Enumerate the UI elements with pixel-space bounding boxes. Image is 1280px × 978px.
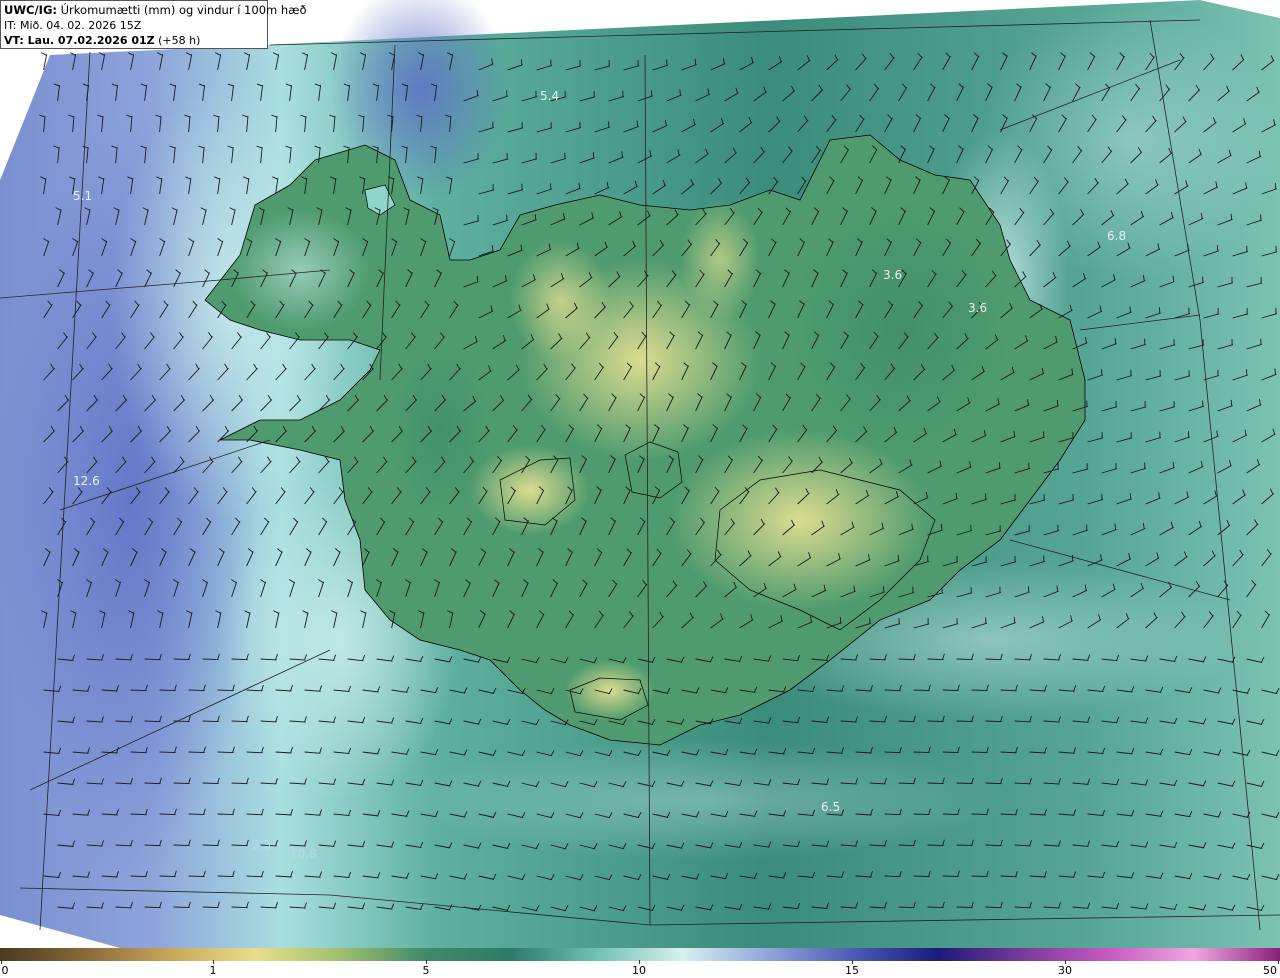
colorbar-tick-label: 1 [209,964,217,977]
forecast-hour: (+58 h) [154,34,201,47]
value-label: 6.5 [821,800,840,814]
colorbar-tick [1278,960,1279,964]
value-label: 12.6 [73,474,100,488]
valid-time: VT: Lau. 07.02.2026 01Z (+58 h) [4,33,264,48]
init-time: IT: Mið. 04. 02. 2026 15Z [4,19,142,32]
colorbar-tick-label: 15 [845,964,859,977]
colorbar-tick-label: 30 [1058,964,1072,977]
valid-label: VT: Lau. 07.02.2026 01Z [4,34,155,47]
title-text: Úrkomumætti (mm) og vindur í 100m hæð [56,3,307,17]
value-label: 9.3 [252,838,271,852]
map-title: UWC/IG: Úrkomumætti (mm) og vindur í 100… [4,3,307,18]
colorbar-tick-label: 10 [632,964,646,977]
colorbar-tick-label: 0 [1,964,9,977]
colorbar: 0 1 5 10 15 30 50 [0,948,1280,978]
value-label: 6.8 [1107,229,1126,243]
map-canvas: 5.4 5.1 6.8 3.6 3.6 12.6 6.5 9.3 10.8 [0,0,1280,948]
colorbar-tick-label: 50 [1263,964,1277,977]
value-label: 5.1 [73,189,92,203]
value-label: 5.4 [540,89,559,103]
colorbar-tick-label: 5 [422,964,430,977]
value-label: 3.6 [883,268,902,282]
map-info-box: UWC/IG: Úrkomumætti (mm) og vindur í 100… [0,0,307,49]
value-label: 10.8 [290,847,317,861]
colorbar-strip [0,948,1280,961]
value-label: 3.6 [968,301,987,315]
model-name: UWC/IG: [4,3,57,17]
